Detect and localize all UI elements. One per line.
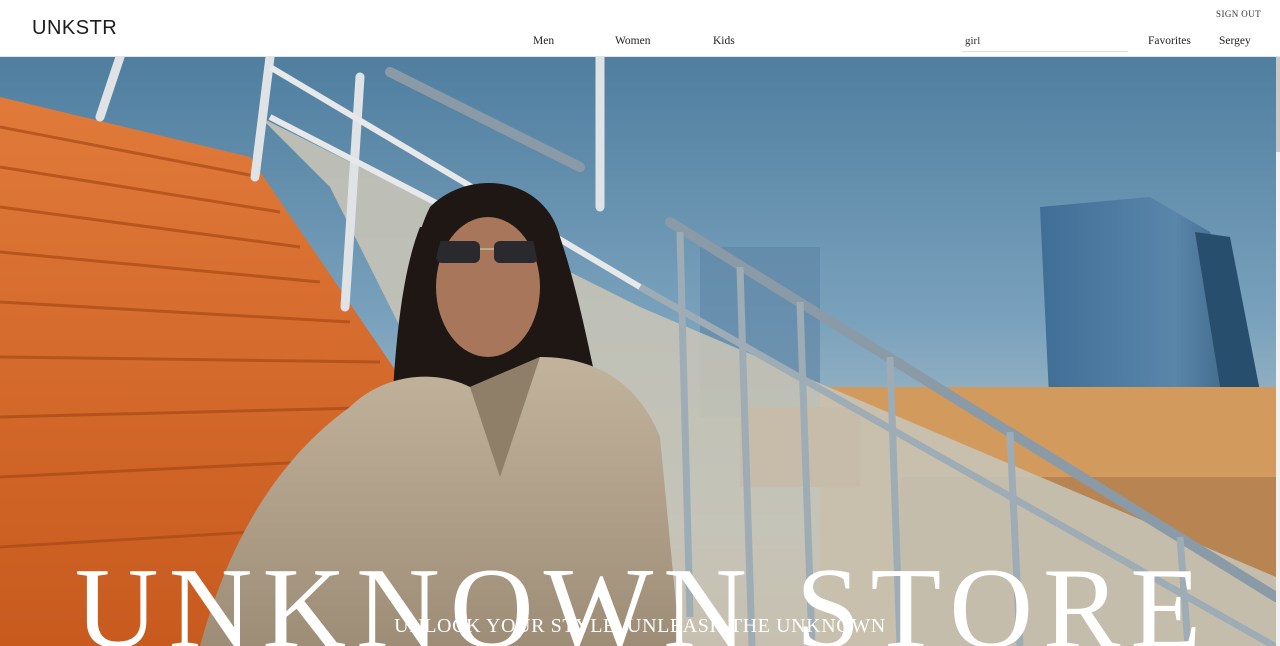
site-header: UNKSTR SIGN OUT Men Women Kids Favorites… (0, 0, 1280, 57)
favorites-link[interactable]: Favorites (1148, 35, 1191, 47)
page: UNKSTR SIGN OUT Men Women Kids Favorites… (0, 0, 1280, 646)
nav-women[interactable]: Women (615, 35, 650, 47)
logo[interactable]: UNKSTR (32, 17, 117, 40)
sign-out-link[interactable]: SIGN OUT (1216, 9, 1261, 19)
scrollbar-thumb[interactable] (1276, 57, 1280, 152)
hero-tagline: UNLOCK YOUR STYLE, UNLEASH THE UNKNOWN (394, 615, 886, 637)
user-account-link[interactable]: Sergey (1219, 35, 1251, 47)
nav-kids[interactable]: Kids (713, 35, 735, 47)
hero-banner: UNKNOWN STORE (0, 57, 1276, 646)
search-input[interactable] (962, 30, 1128, 51)
search-field (962, 30, 1128, 52)
nav-men[interactable]: Men (533, 35, 554, 47)
